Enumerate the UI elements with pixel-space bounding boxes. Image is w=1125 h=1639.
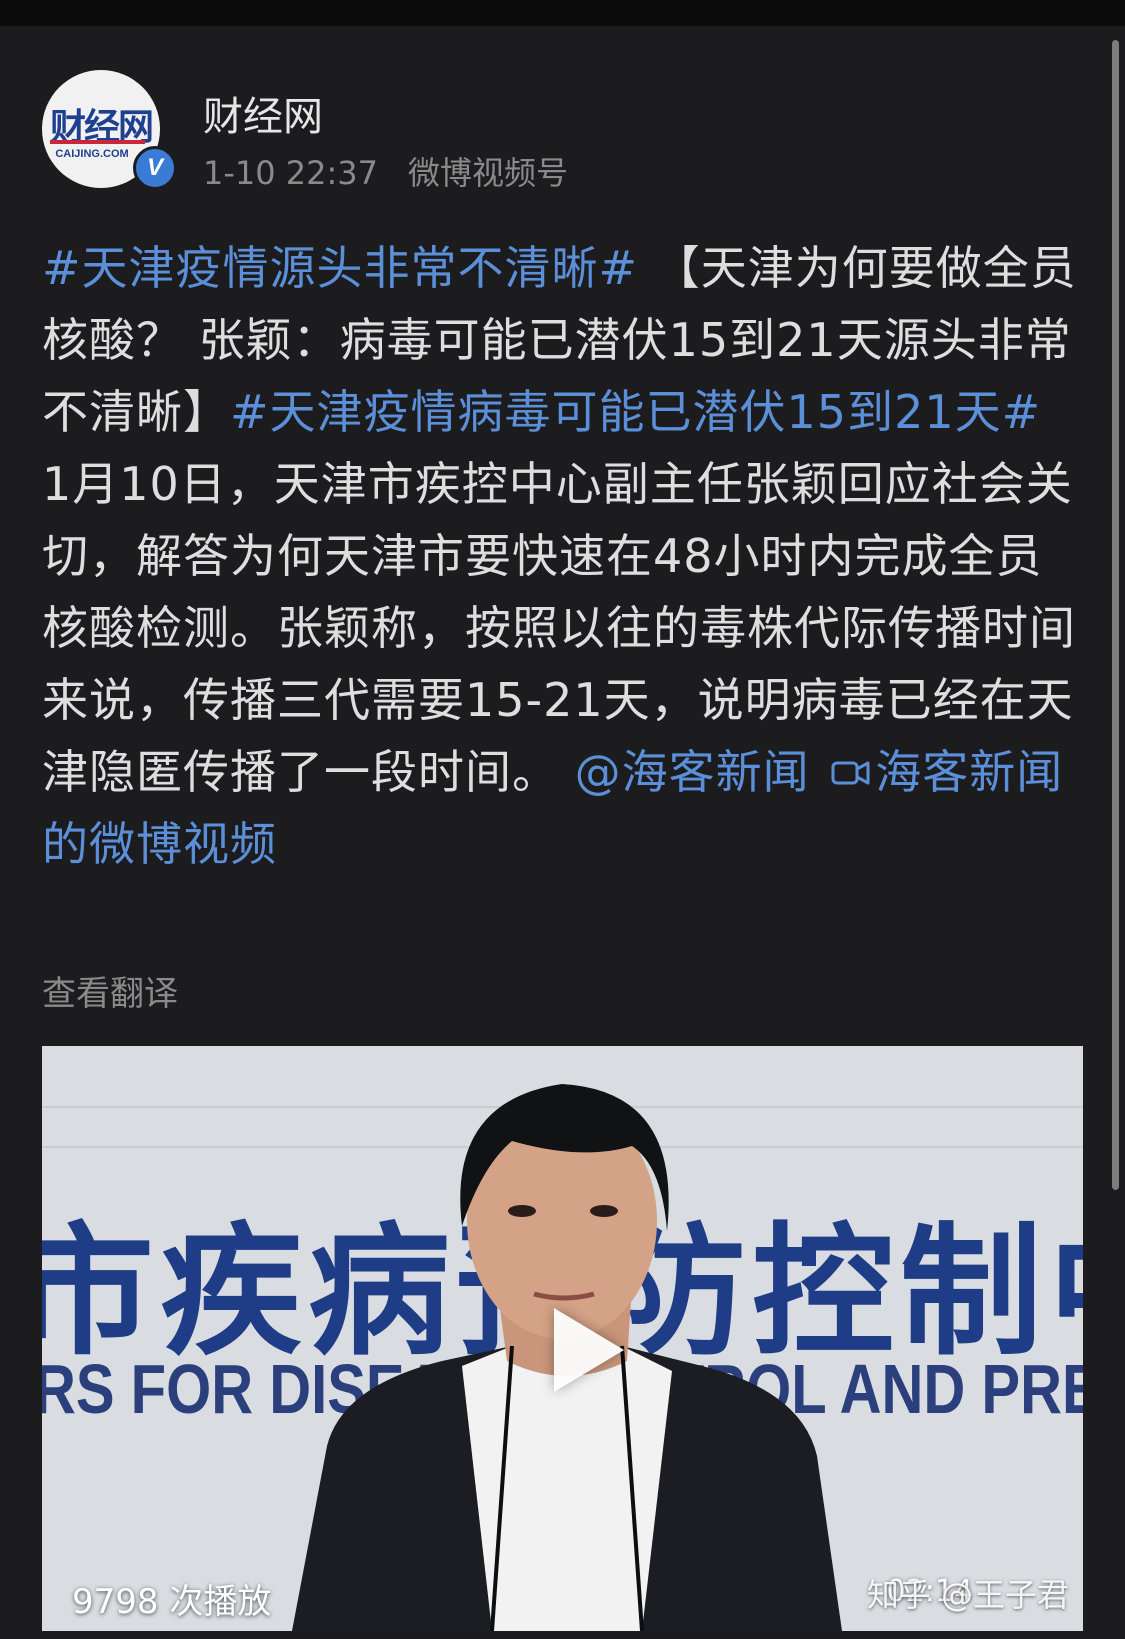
watermark: 知乎 @王子君 xyxy=(866,1576,1069,1614)
status-strip xyxy=(0,0,1125,26)
video-link-icon xyxy=(831,761,870,784)
post-text: #天津疫情源头非常不清晰# 【天津为何要做全员核酸？ 张颖：病毒可能已潜伏15到… xyxy=(42,232,1082,880)
hashtag-link[interactable]: #天津疫情病毒可能已潜伏15到21天# xyxy=(230,385,1041,439)
translate-button[interactable]: 查看翻译 xyxy=(42,966,178,1015)
avatar-logo-bar xyxy=(50,140,145,144)
scrollbar[interactable] xyxy=(1112,40,1119,1190)
account-name[interactable]: 财经网 xyxy=(203,84,323,142)
avatar-logo-sub: CAIJING.COM xyxy=(55,148,129,160)
play-icon[interactable] xyxy=(554,1308,624,1392)
mention-link[interactable]: @海客新闻 xyxy=(559,745,825,799)
post-time: 1-10 22:37 xyxy=(203,154,379,192)
hashtag-link[interactable]: #天津疫情源头非常不清晰# xyxy=(42,241,638,295)
post-meta: 1-10 22:37 微博视频号 xyxy=(203,148,568,194)
verified-icon: V xyxy=(133,146,177,190)
video-player[interactable]: 市疾病预防控制中心 RS FOR DISEASE CONTROL AND PRE… xyxy=(42,1046,1083,1631)
post-source[interactable]: 微博视频号 xyxy=(408,154,568,192)
play-count: 9798 次播放 xyxy=(72,1582,272,1622)
